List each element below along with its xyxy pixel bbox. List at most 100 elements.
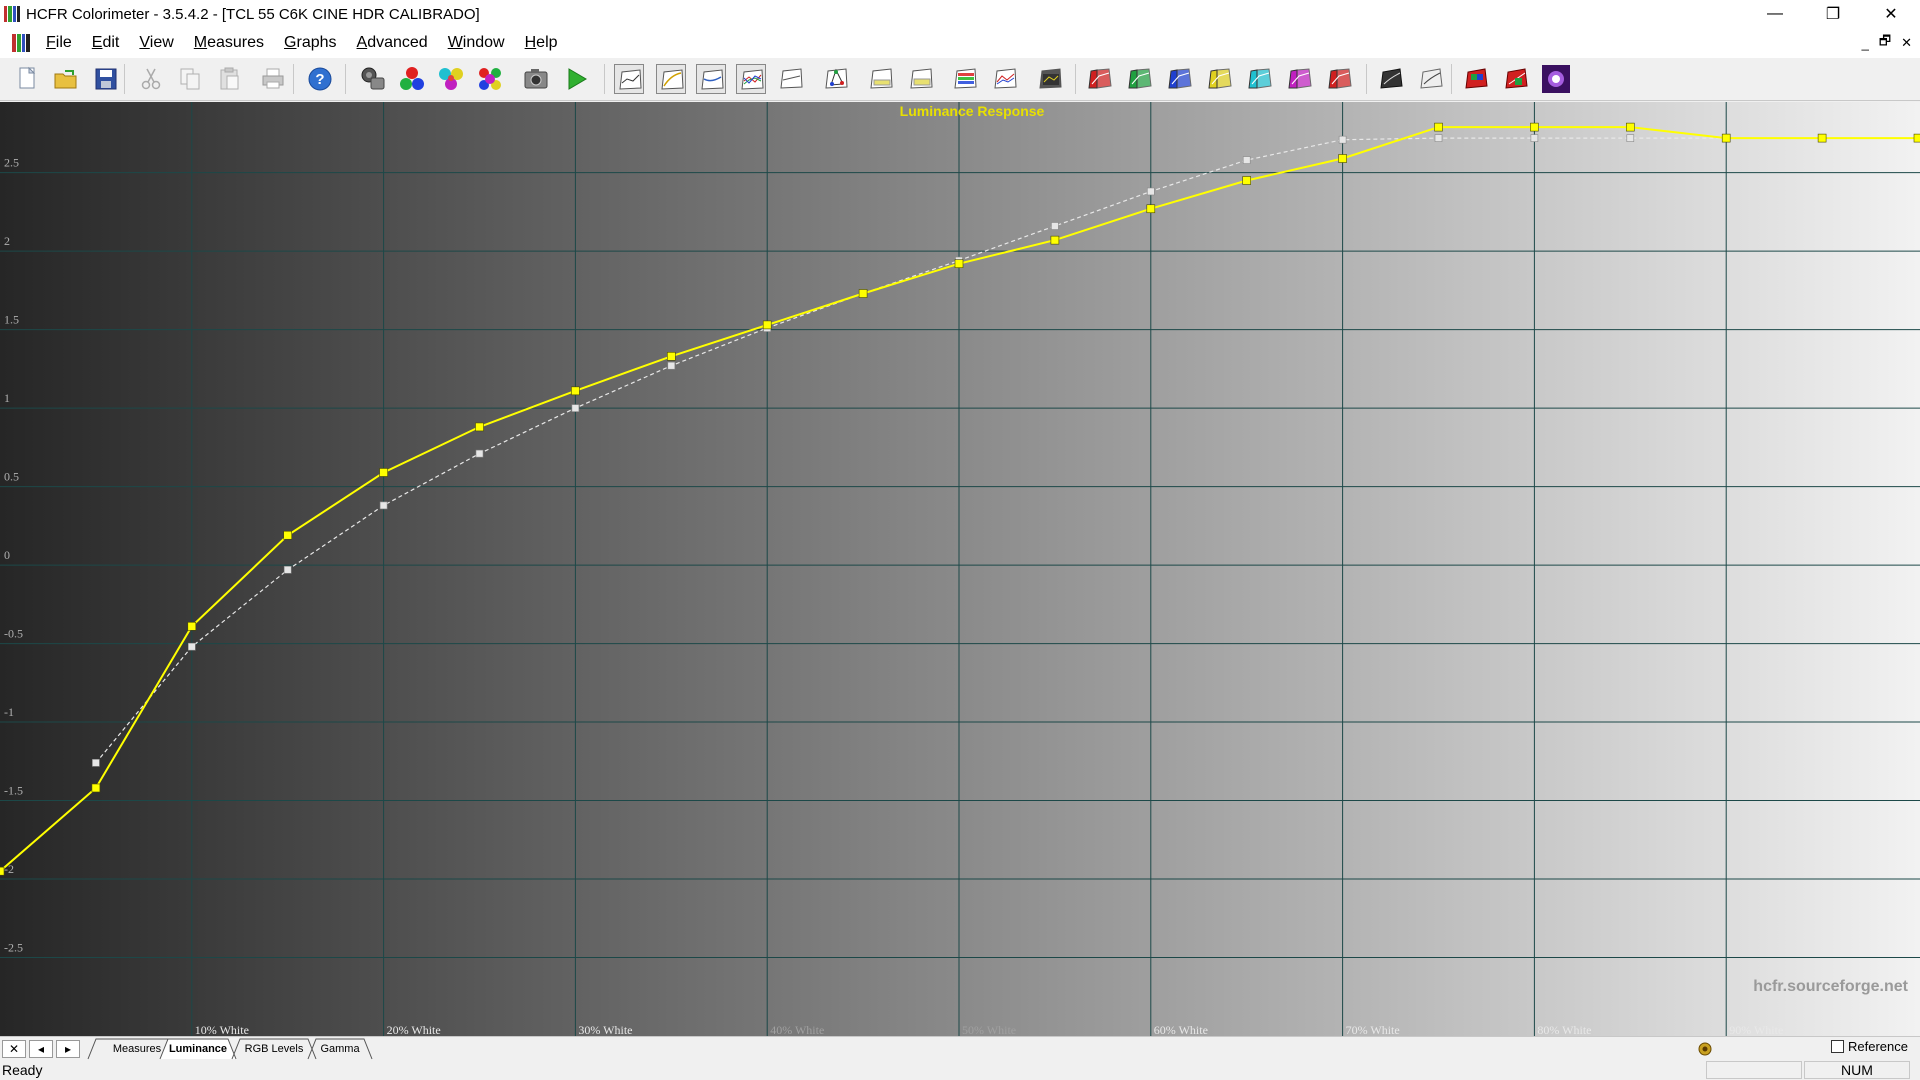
graph-color-checker-button[interactable] (1035, 64, 1065, 94)
save-button[interactable] (91, 64, 121, 94)
menu-graphs[interactable]: Graphs (274, 34, 346, 52)
graph-delta-e-button[interactable] (866, 64, 896, 94)
x-tick-label: 60% White (1154, 1023, 1208, 1036)
saturation-cyan-button[interactable] (1245, 64, 1275, 94)
cut-button[interactable] (136, 64, 166, 94)
measured-point (762, 320, 772, 330)
prev-tab-button[interactable]: ◂ (29, 1040, 53, 1058)
play-button[interactable] (561, 64, 591, 94)
menu-measures[interactable]: Measures (184, 34, 274, 52)
saturation-blue-icon (1168, 68, 1192, 89)
saturation-yellow-button[interactable] (1205, 64, 1235, 94)
saturation-all-button[interactable] (1325, 64, 1355, 94)
mdi-restore-button[interactable]: 🗗 (1879, 32, 1891, 54)
paste-button[interactable] (214, 64, 244, 94)
measured-point (475, 422, 484, 432)
measured-point (666, 351, 676, 361)
saturation-all-icon (1328, 68, 1352, 89)
copy-icon (180, 68, 200, 90)
graph-luminance-button[interactable] (656, 64, 686, 94)
measured-point (1050, 235, 1060, 245)
color-checker-button[interactable] (1461, 64, 1491, 94)
menu-bar: File Edit View Measures Graphs Advanced … (0, 28, 1920, 59)
reference-point (283, 565, 292, 574)
play-icon (568, 68, 587, 90)
toolbar-separator (345, 64, 346, 94)
measured-point (1338, 154, 1347, 163)
saturation-green-icon (1128, 68, 1152, 89)
measured-point (0, 866, 5, 876)
measured-point (91, 783, 101, 793)
y-tick-label: -0.5 (4, 627, 23, 641)
status-num: NUM (1804, 1061, 1910, 1079)
luminance-chart: 2.5 2 1.5 1 0.5 0 -0.5 -1 -1.5 -2 -2.5 10% White 20… (0, 102, 1920, 1037)
x-tick-label: 30% White (578, 1023, 632, 1036)
saturation-cyan-icon (1248, 68, 1272, 89)
graph-gamma-button[interactable] (696, 64, 726, 94)
graph-rgb-icon (741, 69, 764, 90)
tab-measures[interactable]: Measures (96, 1039, 178, 1059)
graph-saturation-button[interactable] (906, 64, 936, 94)
y-tick-label: 1 (4, 391, 10, 405)
near-white-button[interactable] (1416, 64, 1446, 94)
chart-watermark: hcfr.sourceforge.net (1753, 978, 1908, 995)
camera-button[interactable] (521, 64, 551, 94)
menu-edit[interactable]: Edit (82, 34, 130, 52)
saturation-red-button[interactable] (1085, 64, 1115, 94)
configure-sensor-button[interactable] (358, 64, 388, 94)
toolbar-separator (124, 64, 125, 94)
toolbar-separator (1075, 64, 1076, 94)
measure-primaries-button[interactable] (397, 64, 427, 94)
status-bar: Ready NUM (0, 1060, 1920, 1080)
graph-measures-button[interactable] (614, 64, 644, 94)
graph-rgb-levels-button[interactable] (990, 64, 1020, 94)
near-black-button[interactable] (1376, 64, 1406, 94)
new-button[interactable] (12, 64, 42, 94)
graph-temperature-icon (780, 68, 803, 89)
graph-luma-button[interactable] (950, 64, 980, 94)
help-button[interactable]: ? (305, 64, 335, 94)
graph-rgb-button[interactable] (736, 64, 766, 94)
tab-gamma[interactable]: Gamma (316, 1039, 364, 1059)
print-button[interactable] (258, 64, 288, 94)
saturation-green-button[interactable] (1125, 64, 1155, 94)
graph-rgb-levels-icon (994, 68, 1017, 89)
reference-point (92, 759, 100, 767)
menu-view[interactable]: View (129, 34, 183, 52)
restore-button[interactable]: ❐ (1804, 0, 1862, 28)
tab-luminance[interactable]: Luminance (168, 1039, 228, 1059)
minimize-button[interactable]: — (1746, 0, 1804, 28)
saturation-magenta-button[interactable] (1285, 64, 1315, 94)
close-button[interactable]: ✕ (1862, 0, 1920, 28)
mdi-close-button[interactable]: ✕ (1901, 35, 1912, 51)
reference-point (571, 404, 580, 412)
x-tick-label: 10% White (195, 1023, 249, 1036)
measured-point (1913, 133, 1920, 143)
graph-temperature-button[interactable] (776, 64, 806, 94)
menu-window[interactable]: Window (438, 34, 515, 52)
measure-secondaries-button[interactable] (436, 64, 466, 94)
document-icon[interactable] (12, 34, 30, 52)
saturation-blue-button[interactable] (1165, 64, 1195, 94)
continuous-measure-button[interactable] (1541, 64, 1571, 94)
measured-point (1626, 122, 1635, 132)
close-tab-button[interactable]: ✕ (2, 1040, 26, 1058)
open-button[interactable] (51, 64, 81, 94)
y-tick-label: 2.5 (4, 156, 19, 170)
measure-all-button[interactable] (475, 64, 505, 94)
reference-toggle[interactable]: Reference (1831, 1039, 1908, 1054)
graph-cie-button[interactable] (821, 64, 851, 94)
graph-color-checker-icon (1039, 68, 1062, 89)
menu-advanced[interactable]: Advanced (347, 34, 438, 52)
menu-file[interactable]: File (36, 34, 82, 52)
reference-checkbox[interactable] (1831, 1040, 1845, 1053)
color-checker-sat-button[interactable] (1501, 64, 1531, 94)
y-tick-label: 1.5 (4, 313, 19, 327)
status-panel-empty (1706, 1061, 1802, 1079)
tab-rgb-levels[interactable]: RGB Levels (240, 1039, 308, 1059)
next-tab-button[interactable]: ▸ (56, 1040, 80, 1058)
menu-help[interactable]: Help (515, 34, 568, 52)
copy-button[interactable] (175, 64, 205, 94)
mdi-minimize-button[interactable]: _ (1862, 36, 1869, 51)
toolbar-separator (293, 64, 294, 94)
